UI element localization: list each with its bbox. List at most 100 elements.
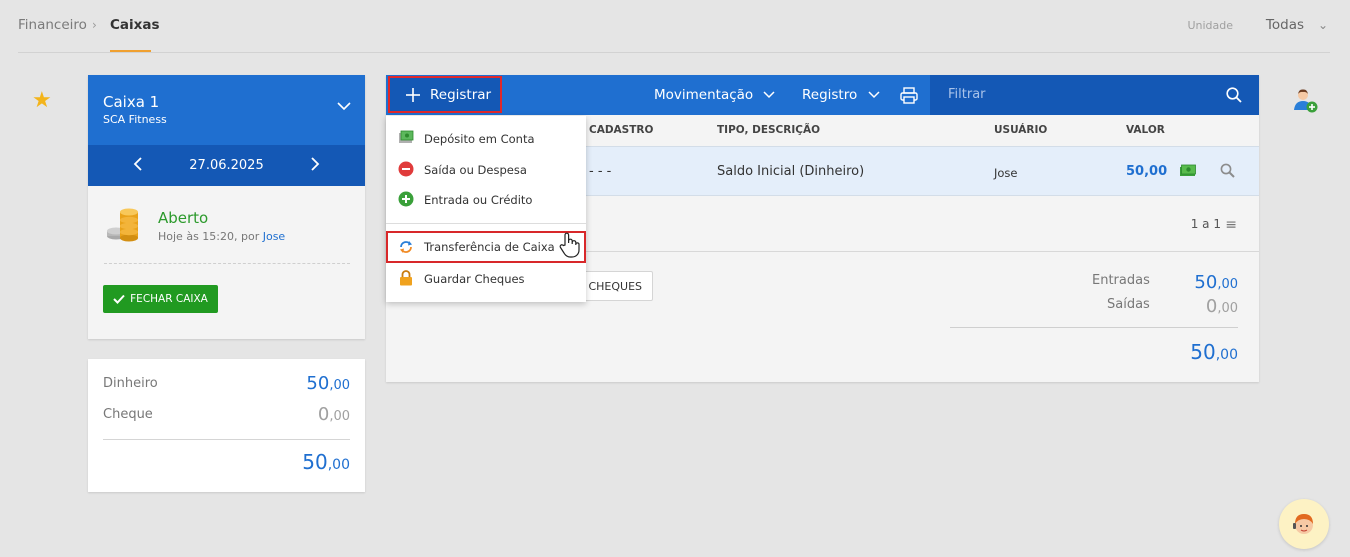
entradas-amount: 50,00 xyxy=(1194,272,1238,293)
filter-input[interactable]: Filtrar xyxy=(948,87,986,102)
status-user-link[interactable]: Jose xyxy=(263,230,285,243)
cheques-label: CHEQUES xyxy=(588,279,642,293)
balance-amount: 50,00 xyxy=(306,373,350,394)
register-button[interactable]: Registrar xyxy=(388,76,502,113)
menu-item-guardar-cheques[interactable]: Guardar Cheques xyxy=(386,264,586,294)
column-header-usuario[interactable]: USUÁRIO xyxy=(994,124,1047,136)
lock-icon xyxy=(400,270,412,286)
registro-menu[interactable]: Registro xyxy=(802,87,880,103)
print-icon[interactable] xyxy=(900,87,918,104)
add-user-icon[interactable] xyxy=(1293,88,1319,114)
help-chat-button[interactable] xyxy=(1279,499,1329,549)
minus-circle-icon xyxy=(398,161,414,177)
balance-amount: 0,00 xyxy=(318,404,350,425)
amount-int: 0 xyxy=(1205,296,1218,317)
check-icon xyxy=(113,294,125,304)
status-detail-text: Hoje às 15:20, por xyxy=(158,230,263,243)
saidas-label: Saídas xyxy=(1107,297,1150,312)
divider xyxy=(950,327,1238,328)
coins-icon xyxy=(107,208,138,242)
menu-item-saida[interactable]: Saída ou Despesa xyxy=(386,155,586,185)
menu-item-label: Guardar Cheques xyxy=(424,272,525,286)
column-header-valor[interactable]: VALOR xyxy=(1126,124,1165,136)
cash-icon xyxy=(1180,164,1196,176)
amount-dec: ,00 xyxy=(329,409,350,424)
close-cash-register-button[interactable]: FECHAR CAIXA xyxy=(103,285,218,313)
amount-dec: ,00 xyxy=(1215,347,1238,363)
cash-register-card: Caixa 1 SCA Fitness 27.06.2025 Aberto Ho… xyxy=(88,75,365,339)
cash-register-header[interactable]: Caixa 1 SCA Fitness xyxy=(88,75,365,145)
amount-int: 50 xyxy=(1194,272,1218,293)
register-label: Registrar xyxy=(430,86,492,103)
summary-total-amount: 50,00 xyxy=(1190,340,1238,364)
current-date: 27.06.2025 xyxy=(189,158,264,173)
balance-row-dinheiro: Dinheiro 50,00 xyxy=(103,373,350,394)
unit-select[interactable]: Todas xyxy=(1266,17,1304,33)
chevron-down-icon[interactable] xyxy=(337,99,351,115)
amount-int: 50 xyxy=(306,373,330,394)
prev-date-icon[interactable] xyxy=(133,156,143,175)
deposit-icon xyxy=(399,130,414,143)
menu-divider xyxy=(386,223,586,224)
movimentacao-menu[interactable]: Movimentação xyxy=(654,87,776,103)
balance-label: Dinheiro xyxy=(103,376,158,391)
breadcrumb-caixas[interactable]: Caixas xyxy=(110,17,160,33)
movimentacao-label: Movimentação xyxy=(654,87,754,103)
amount-int: 50 xyxy=(1190,340,1216,364)
menu-item-label: Transferência de Caixa xyxy=(424,240,555,254)
cash-register-company: SCA Fitness xyxy=(103,113,167,126)
cell-tipo: Saldo Inicial (Dinheiro) xyxy=(717,164,865,179)
amount-int: 0 xyxy=(317,404,330,425)
register-dropdown-menu: Depósito em Conta Saída ou Despesa Entra… xyxy=(386,116,586,302)
top-bar: Financeiro › Caixas Unidade Todas ⌄ xyxy=(18,0,1330,53)
column-header-cadastro[interactable]: CADASTRO xyxy=(589,124,653,136)
menu-item-entrada[interactable]: Entrada ou Crédito xyxy=(386,185,586,215)
unit-label: Unidade xyxy=(1187,19,1233,32)
breadcrumb-financeiro[interactable]: Financeiro xyxy=(18,17,87,33)
menu-item-label: Saída ou Despesa xyxy=(424,163,527,177)
amount-int: 50 xyxy=(302,450,328,474)
cash-register-name: Caixa 1 xyxy=(103,93,160,111)
chevron-down-icon xyxy=(868,91,880,99)
cell-cadastro: - - - xyxy=(589,164,612,179)
cell-usuario: Jose xyxy=(994,166,1018,180)
chevron-down-icon xyxy=(763,91,776,99)
status-detail: Hoje às 15:20, por Jose xyxy=(158,230,285,243)
menu-item-transferencia[interactable]: Transferência de Caixa xyxy=(386,231,586,263)
status-title: Aberto xyxy=(158,209,209,227)
amount-dec: ,00 xyxy=(1217,301,1238,316)
balance-label: Cheque xyxy=(103,407,153,422)
breadcrumb-separator: › xyxy=(92,18,97,32)
filter-bar: Filtrar xyxy=(930,75,1259,115)
amount-dec: ,00 xyxy=(327,457,350,473)
menu-icon[interactable]: ≡ xyxy=(1225,217,1237,233)
menu-item-deposito[interactable]: Depósito em Conta xyxy=(386,124,586,154)
menu-item-label: Depósito em Conta xyxy=(424,132,535,146)
close-cash-register-label: FECHAR CAIXA xyxy=(130,293,208,305)
star-icon[interactable]: ★ xyxy=(32,88,52,113)
hand-cursor-icon xyxy=(559,232,580,258)
balance-row-cheque: Cheque 0,00 xyxy=(103,404,350,425)
entradas-label: Entradas xyxy=(1092,273,1150,288)
plus-icon xyxy=(406,87,420,102)
chevron-down-icon[interactable]: ⌄ xyxy=(1318,18,1328,32)
registro-label: Registro xyxy=(802,87,858,103)
balances-card: Dinheiro 50,00 Cheque 0,00 50,00 xyxy=(88,359,365,492)
amount-dec: ,00 xyxy=(1217,277,1238,292)
column-header-tipo[interactable]: TIPO, DESCRIÇÃO xyxy=(717,124,820,136)
status-row: Aberto Hoje às 15:20, por Jose xyxy=(104,206,350,264)
plus-circle-icon xyxy=(398,191,414,207)
cell-valor: 50,00 xyxy=(1126,164,1168,179)
amount-dec: ,00 xyxy=(329,378,350,393)
toolbar: Registrar Movimentação Registro Filtrar xyxy=(386,75,1259,115)
date-navigator: 27.06.2025 xyxy=(88,145,365,186)
transfer-icon xyxy=(400,241,412,253)
active-tab-underline xyxy=(110,50,151,52)
next-date-icon[interactable] xyxy=(310,156,320,175)
divider xyxy=(103,439,350,440)
search-icon[interactable] xyxy=(1226,87,1242,103)
balance-total-amount: 50,00 xyxy=(302,450,350,474)
support-agent-icon xyxy=(1293,514,1313,534)
search-icon[interactable] xyxy=(1220,163,1235,178)
saidas-amount: 0,00 xyxy=(1206,296,1238,317)
